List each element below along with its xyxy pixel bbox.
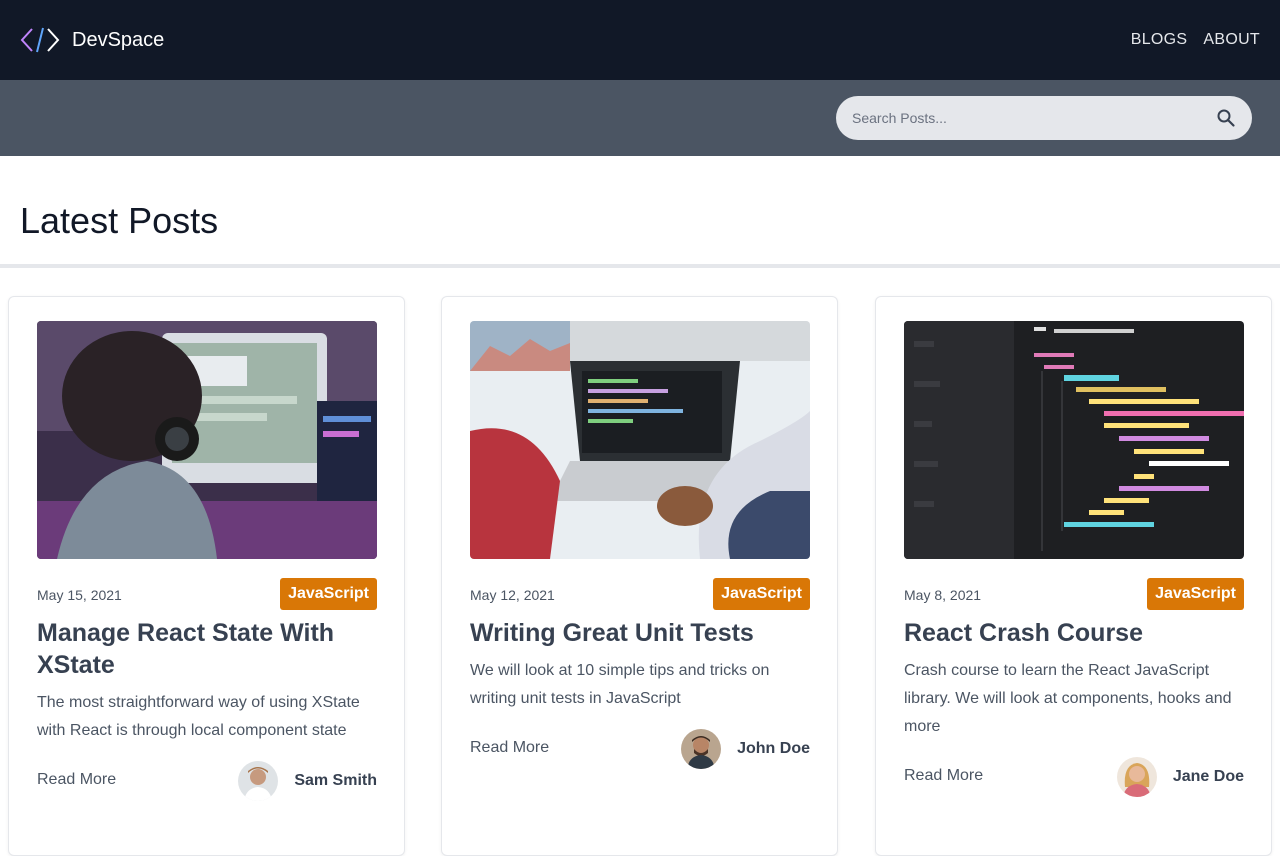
- post-title[interactable]: Writing Great Unit Tests: [470, 617, 810, 649]
- post-card: May 8, 2021 JavaScript React Crash Cours…: [875, 296, 1272, 856]
- brand-link[interactable]: DevSpace: [20, 26, 164, 54]
- post-title[interactable]: Manage React State With XState: [37, 617, 377, 681]
- read-more-link[interactable]: Read More: [37, 771, 116, 789]
- post-image[interactable]: [37, 321, 377, 559]
- post-image[interactable]: [904, 321, 1244, 559]
- category-badge[interactable]: JavaScript: [1147, 578, 1244, 610]
- post-title[interactable]: React Crash Course: [904, 617, 1244, 649]
- post-meta: May 15, 2021 JavaScript: [37, 578, 377, 610]
- avatar: [238, 761, 279, 801]
- avatar: [1116, 757, 1157, 797]
- post-footer: Read More John Doe: [470, 729, 810, 769]
- nav-link-about[interactable]: ABOUT: [1203, 31, 1260, 49]
- post-author: John Doe: [681, 729, 810, 769]
- post-excerpt: We will look at 10 simple tips and trick…: [470, 662, 770, 707]
- post-date: May 15, 2021: [37, 587, 122, 603]
- author-name: Sam Smith: [294, 772, 377, 789]
- search-band: [0, 80, 1280, 156]
- heading-divider: [0, 264, 1280, 268]
- search-input[interactable]: [852, 98, 1192, 138]
- post-excerpt: Crash course to learn the React JavaScri…: [904, 662, 1232, 735]
- post-footer: Read More Jane Doe: [904, 757, 1244, 797]
- author-name: Jane Doe: [1172, 768, 1244, 785]
- nav-link-blogs[interactable]: BLOGS: [1131, 31, 1188, 49]
- code-brackets-icon: [20, 27, 60, 53]
- post-author: Jane Doe: [1116, 757, 1244, 797]
- post-date: May 8, 2021: [904, 587, 982, 603]
- avatar: [681, 729, 722, 769]
- post-date: May 12, 2021: [470, 587, 555, 603]
- post-card: May 12, 2021 JavaScript Writing Great Un…: [441, 296, 838, 856]
- search-icon[interactable]: [1216, 108, 1236, 128]
- author-name: John Doe: [737, 740, 810, 757]
- post-meta: May 8, 2021 JavaScript: [904, 578, 1244, 610]
- post-excerpt: The most straightforward way of using XS…: [37, 694, 360, 739]
- post-meta: May 12, 2021 JavaScript: [470, 578, 810, 610]
- post-footer: Read More Sam Smith: [37, 761, 377, 801]
- category-badge[interactable]: JavaScript: [713, 578, 810, 610]
- nav-links: BLOGS ABOUT: [1131, 31, 1260, 49]
- page-title: Latest Posts: [20, 200, 219, 241]
- read-more-link[interactable]: Read More: [904, 767, 983, 785]
- post-card: May 15, 2021 JavaScript Manage React Sta…: [8, 296, 405, 856]
- brand-name: DevSpace: [72, 28, 165, 51]
- category-badge[interactable]: JavaScript: [280, 578, 377, 610]
- search-box: [836, 96, 1252, 140]
- read-more-link[interactable]: Read More: [470, 739, 549, 757]
- post-image[interactable]: [470, 321, 810, 559]
- post-author: Sam Smith: [238, 761, 377, 801]
- navbar: DevSpace BLOGS ABOUT: [0, 0, 1280, 80]
